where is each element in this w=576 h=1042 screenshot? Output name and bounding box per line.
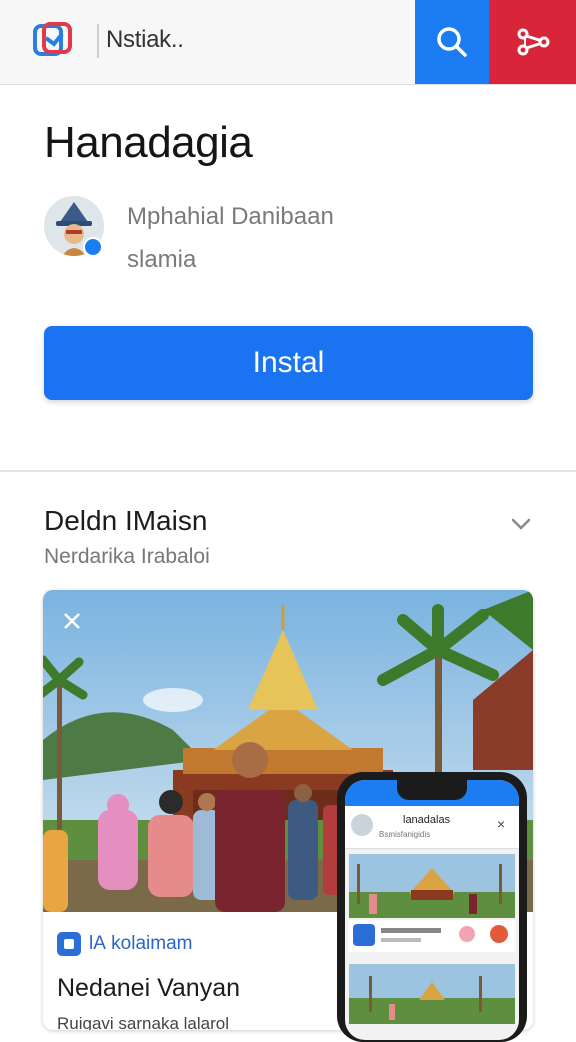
section-subtitle: Nerdarika Irabaloi	[44, 545, 210, 568]
phone-temple-thumbnail	[349, 854, 515, 918]
phone-notch	[397, 780, 467, 800]
share-icon	[517, 28, 549, 56]
phone-app-header: lanadalas Bsmisfanigidis ×	[345, 806, 519, 849]
phone-mockup: lanadalas Bsmisfanigidis ×	[337, 772, 527, 1042]
top-bar: Nstiak..	[0, 0, 576, 85]
card-app-icon	[57, 932, 81, 956]
verified-icon	[83, 237, 103, 257]
phone-app-title: lanadalas	[403, 814, 451, 826]
developer-subtitle: slamia	[127, 246, 197, 273]
search-icon	[437, 27, 467, 57]
phone-action-row	[349, 920, 515, 952]
chevron-down-icon[interactable]	[510, 516, 532, 532]
search-button[interactable]	[415, 0, 489, 84]
header-divider	[97, 24, 99, 58]
card-description: Ruigavi sarnaka lalarol	[57, 1014, 229, 1030]
card-title: Nedanei Vanyan	[57, 974, 241, 1002]
app-logo-icon[interactable]	[32, 20, 74, 60]
phone-app-subtitle: Bsmisfanigidis	[379, 830, 431, 839]
app-title: Hanadagia	[44, 118, 253, 167]
card-meta-text[interactable]: lА kolaimam	[89, 933, 192, 955]
phone-second-thumbnail	[349, 964, 515, 1024]
phone-avatar	[351, 814, 373, 836]
phone-close-icon: ×	[497, 816, 506, 832]
developer-name[interactable]: Mphahial Danibaan	[127, 203, 334, 231]
close-icon[interactable]	[61, 610, 83, 632]
section-title: Deldn IMaisn	[44, 505, 208, 536]
share-button[interactable]	[489, 0, 576, 84]
install-button[interactable]: Instal	[44, 326, 533, 400]
site-name[interactable]: Nstiak..	[106, 26, 184, 54]
phone-screen: lanadalas Bsmisfanigidis ×	[345, 780, 519, 1040]
card-meta: lА kolaimam	[57, 932, 192, 956]
section-divider	[0, 470, 576, 472]
